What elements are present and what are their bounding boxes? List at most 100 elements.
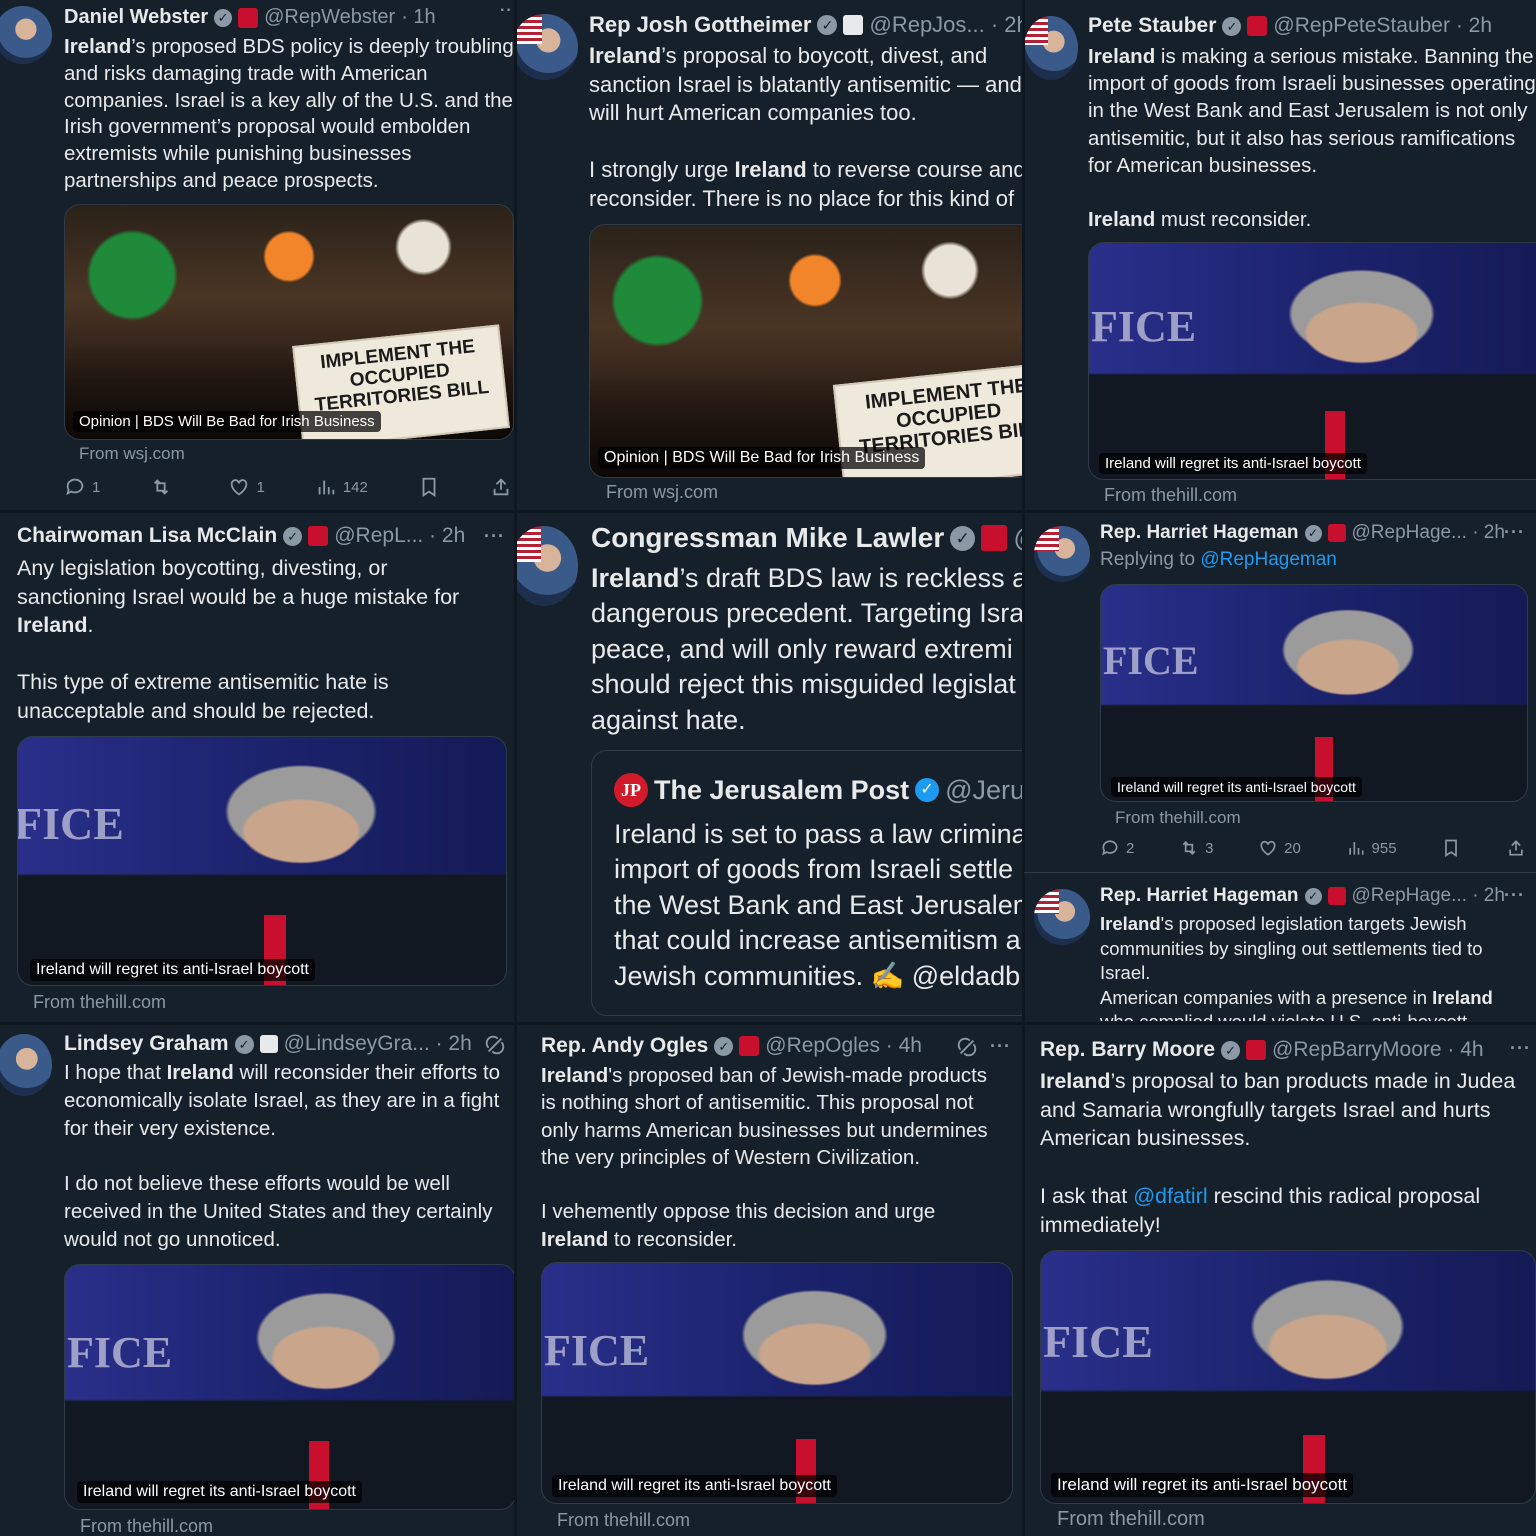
repost-button[interactable]: 3 [1179,838,1213,858]
author-handle[interactable]: @RepBarryMoore · 4h [1272,1038,1484,1062]
official-seal-icon [1246,1040,1267,1060]
verified-badge-icon: ✓ [1221,1040,1241,1060]
more-options-icon[interactable]: ··· [990,1036,1011,1057]
link-card-image[interactable]: FICE Ireland will regret its anti-Israel… [1040,1250,1536,1504]
author-name[interactable]: Chairwoman Lisa McClain [17,524,277,548]
author-handle[interactable]: @RepHage... · 2h [1352,885,1505,907]
collage-divider [514,0,517,1536]
reply-button[interactable]: 2 [1100,838,1134,858]
reply-to-mention[interactable]: @RepHageman [1200,549,1337,570]
more-options-icon[interactable]: ··· [1504,522,1525,543]
reply-button[interactable]: 1 [64,476,100,498]
tweet-gottheimer[interactable]: Rep Josh Gottheimer ✓ @RepJos... · 2h Ir… [516,0,1024,512]
author-handle[interactable]: @RepJos... · 2h [869,12,1024,38]
share-button[interactable] [1506,838,1526,858]
timestamp[interactable]: · 1h [401,6,435,29]
keyword-ireland: Ireland [1100,913,1161,934]
author-name[interactable]: Daniel Webster [64,6,208,29]
author-name[interactable]: Lindsey Graham [64,1032,229,1056]
tweet-graham[interactable]: Lindsey Graham ✓ @LindseyGra... · 2h I h… [0,1024,516,1536]
author-name[interactable]: Rep Josh Gottheimer [589,12,811,38]
link-card-caption: Ireland will regret its anti-Israel boyc… [1099,453,1367,474]
views-button[interactable]: 955 [1346,838,1397,858]
avatar[interactable] [516,526,578,606]
author-name[interactable]: Rep. Andy Ogles [541,1034,708,1058]
more-options-icon[interactable]: ··· [484,526,505,547]
avatar[interactable] [0,6,52,64]
author-handle[interactable]: @LindseyGra... · 2h [284,1032,472,1056]
link-source[interactable]: From thehill.com [1104,485,1237,506]
link-source[interactable]: From thehill.com [557,1510,690,1531]
link-source[interactable]: From thehill.com [1115,808,1241,828]
avatar[interactable] [516,14,578,80]
tweet-ogles[interactable]: Rep. Andy Ogles ✓ @RepOgles · 4h ··· Ire… [516,1024,1024,1536]
author-handle[interactable]: @RepPeteStauber · 2h [1273,14,1492,38]
like-button[interactable]: 20 [1258,838,1301,858]
share-button[interactable] [490,476,512,498]
author-name[interactable]: Rep. Barry Moore [1040,1038,1215,1062]
quoted-author-handle[interactable]: @Jeru [945,775,1024,806]
author-name[interactable]: Pete Stauber [1088,14,1216,38]
author-handle[interactable]: @RepL... · 2h [334,524,465,548]
keyword-ireland: Ireland [541,1064,609,1087]
link-source[interactable]: From thehill.com [1057,1508,1205,1531]
tweet-stauber[interactable]: Pete Stauber ✓ @RepPeteStauber · 2h Irel… [1024,0,1536,512]
author-name[interactable]: Congressman Mike Lawler [591,522,944,554]
quoted-text: Ireland is set to pass a law crimina imp… [614,819,1024,991]
grok-icon[interactable] [484,1034,506,1056]
keyword-ireland: Ireland [589,43,662,68]
avatar[interactable] [1024,16,1078,80]
reply-count: 2 [1126,839,1135,857]
avatar[interactable] [0,1034,52,1096]
repost-icon [1182,840,1196,856]
link-card-image[interactable]: FICE Ireland will regret its anti-Israel… [1088,242,1536,480]
link-card-image[interactable]: FICE Ireland will regret its anti-Israel… [17,736,507,986]
tweet-moore[interactable]: Rep. Barry Moore ✓ @RepBarryMoore · 4h ·… [1024,1024,1536,1536]
tweet-hageman-reply[interactable]: Rep. Harriet Hageman ✓ @RepHage... · 2h … [1024,512,1536,872]
views-icon [1348,842,1364,855]
more-options-icon[interactable]: ··· [1510,1038,1531,1059]
tweet-mcclain[interactable]: Chairwoman Lisa McClain ✓ @RepL... · 2h … [0,512,516,1024]
bookmark-button[interactable] [418,476,440,498]
link-source[interactable]: From wsj.com [79,444,185,464]
avatar[interactable] [1034,889,1090,945]
views-button[interactable]: 142 [315,476,368,498]
tweet-header: Daniel Webster ✓ @RepWebster · 1h [64,6,436,29]
author-name[interactable]: Rep. Harriet Hageman [1100,522,1299,544]
tweet-webster[interactable]: Daniel Webster ✓ @RepWebster · 1h ·· Ire… [0,0,516,512]
keyword-ireland: Ireland [1088,208,1156,232]
tweet-lawler[interactable]: Congressman Mike Lawler ✓ @ Ireland’s dr… [516,512,1024,1024]
tweet-text: Ireland’s draft BDS law is reckless a da… [591,563,1024,735]
official-seal-icon [1327,887,1346,905]
tweet-header: Chairwoman Lisa McClain ✓ @RepL... · 2h [17,524,465,548]
link-card-image[interactable]: FICE Ireland will regret its anti-Israel… [1100,584,1528,802]
avatar[interactable] [1034,526,1090,582]
link-source[interactable]: From thehill.com [33,992,166,1013]
repost-button[interactable] [150,476,178,498]
more-options-icon[interactable]: ·· [500,2,513,20]
jerusalem-post-logo[interactable]: JP [614,773,648,807]
bookmark-button[interactable] [1441,838,1461,858]
views-count: 955 [1371,839,1397,857]
like-button[interactable]: 1 [228,476,265,498]
grok-icon[interactable] [956,1036,978,1058]
official-seal-icon [1327,524,1346,542]
link-source[interactable]: From thehill.com [80,1516,213,1536]
keyword-ireland: Ireland [1088,45,1156,68]
quoted-author-name[interactable]: The Jerusalem Post [654,775,909,806]
tweet-actions: 2 3 20 955 [1100,838,1526,858]
link-source[interactable]: From wsj.com [606,482,718,503]
author-handle[interactable]: @RepWebster [264,6,395,29]
link-card-image[interactable]: FICE Ireland will regret its anti-Israel… [541,1262,1013,1504]
tweet-hageman[interactable]: Rep. Harriet Hageman ✓ @RepHage... · 2h … [1024,875,1536,1021]
link-card-image[interactable]: IMPLEMENT THE OCCUPIED TERRITORIES BILL … [64,204,514,440]
author-handle[interactable]: @RepOgles · 4h [765,1034,922,1058]
link-card-image[interactable]: IMPLEMENT THE OCCUPIED TERRITORIES BILL … [589,224,1024,478]
author-name[interactable]: Rep. Harriet Hageman [1100,885,1299,907]
author-handle[interactable]: @RepHage... · 2h [1352,522,1505,544]
quoted-tweet[interactable]: JP The Jerusalem Post ✓ @Jeru Ireland is… [591,750,1024,1016]
mention-link[interactable]: @dfatirl [1133,1184,1207,1208]
link-card-image[interactable]: FICE Ireland will regret its anti-Israel… [64,1264,516,1510]
reply-count: 1 [92,478,101,496]
more-options-icon[interactable]: ··· [1504,885,1525,906]
